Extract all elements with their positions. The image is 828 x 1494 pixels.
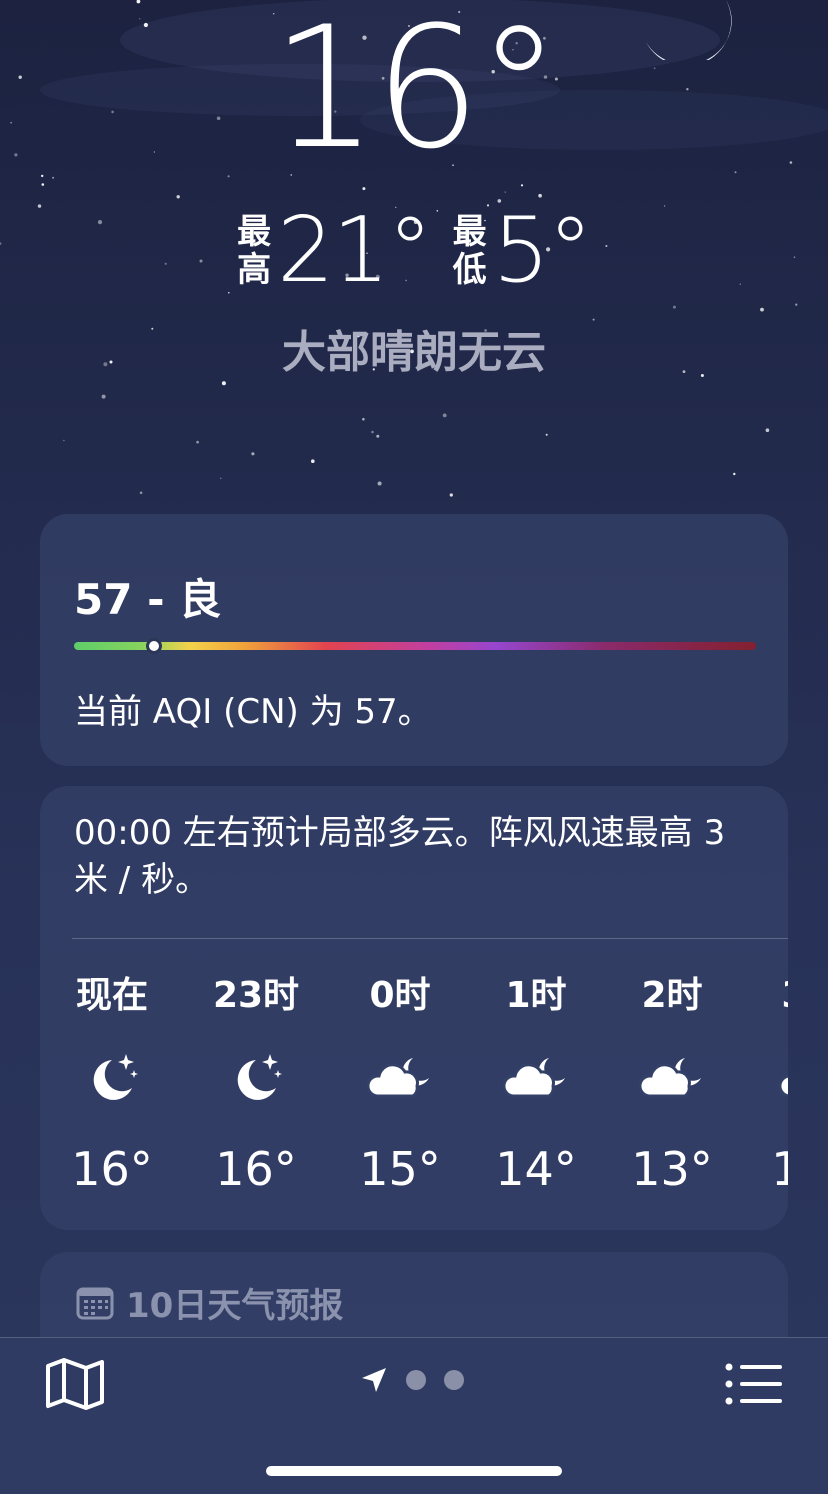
cloud-moon-icon: [752, 1048, 788, 1108]
ten-day-forecast-header: 10日天气预报: [76, 1278, 343, 1327]
location-arrow-icon: [362, 1368, 386, 1392]
hour-label: 1时: [505, 975, 567, 1016]
calendar-icon: [76, 1287, 114, 1319]
aqi-indicator: [146, 638, 163, 654]
hour-label: 3时: [752, 966, 788, 1018]
hour-label: 现在: [75, 975, 148, 1016]
list-icon[interactable]: [724, 1360, 784, 1410]
hourly-forecast-card[interactable]: 00:00 左右预计局部多云。阵风风速最高 3 米 / 秒。 现在 16° 23时 1…: [40, 786, 788, 1230]
low-temperature: 最 低 5°: [452, 198, 593, 303]
hour-temperature: 15°: [359, 1142, 441, 1196]
high-value: 21°: [277, 198, 433, 303]
hour-temperature: 16°: [215, 1142, 297, 1196]
bottom-toolbar: [0, 1337, 828, 1494]
high-temperature: 最 高 21°: [237, 198, 433, 303]
ten-day-forecast-title: 10日天气预报: [126, 1286, 344, 1326]
cloud-moon-icon: [476, 1048, 596, 1108]
hour-temperature: 13°: [631, 1142, 713, 1196]
condition-text: 大部晴朗无云: [282, 327, 546, 378]
cloud-moon-icon: [612, 1048, 732, 1108]
aqi-title: 57 - 良: [74, 575, 222, 624]
high-label: 最 高: [237, 212, 272, 290]
hourly-summary: 00:00 左右预计局部多云。阵风风速最高 3 米 / 秒。: [74, 813, 726, 900]
high-low: 最 高 21° 最 低 5°: [0, 206, 828, 296]
low-value: 5°: [492, 198, 593, 303]
current-temperature: 16°: [271, 0, 561, 186]
hour-temperature: 14°: [495, 1142, 577, 1196]
aqi-description: 当前 AQI (CN) 为 57。: [74, 692, 432, 732]
home-indicator: [266, 1466, 562, 1476]
page-indicator[interactable]: [360, 1366, 464, 1394]
air-quality-card[interactable]: 57 - 良 当前 AQI (CN) 为 57。: [40, 514, 788, 766]
hour-temperature: 16°: [71, 1142, 153, 1196]
aqi-scale-bar: [74, 638, 756, 654]
hour-label: 2时: [641, 975, 703, 1016]
moon-stars-icon: [196, 1048, 316, 1108]
page-dot: [406, 1370, 426, 1390]
hour-temperature: 13°: [771, 1142, 788, 1196]
moon-stars-icon: [52, 1048, 172, 1108]
page-dot: [444, 1370, 464, 1390]
map-icon[interactable]: [44, 1356, 106, 1412]
hour-label: 0时: [369, 975, 431, 1016]
hour-label: 23时: [212, 975, 300, 1016]
low-label: 最 低: [452, 212, 487, 290]
divider: [72, 938, 788, 939]
cloud-moon-icon: [340, 1048, 460, 1108]
